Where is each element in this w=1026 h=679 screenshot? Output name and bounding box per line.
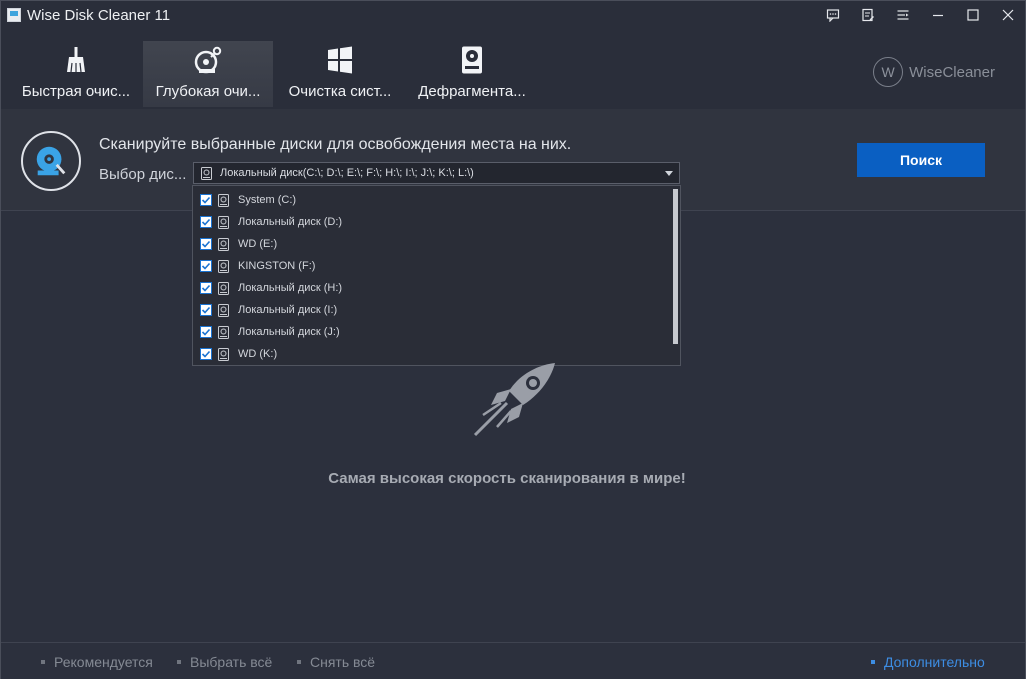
- minimize-button[interactable]: [920, 1, 955, 29]
- drive-label: Локальный диск (J:): [238, 326, 340, 338]
- brand-name: WiseCleaner: [909, 63, 995, 81]
- checkmark-icon: [201, 240, 211, 248]
- defrag-icon: [462, 46, 482, 74]
- drive-item[interactable]: Локальный диск (H:): [193, 277, 671, 299]
- close-button[interactable]: [990, 1, 1025, 29]
- scan-headline: Сканируйте выбранные диски для освобожде…: [99, 136, 572, 153]
- wisecleaner-mark: W: [873, 57, 904, 87]
- checkmark-icon: [201, 218, 211, 226]
- menu-button[interactable]: [885, 1, 920, 29]
- window-title: Wise Disk Cleaner 11: [27, 7, 171, 24]
- selected-drives: Локальный диск(C:\; D:\; E:\; F:\; H:\; …: [220, 167, 474, 179]
- drive-icon: [218, 259, 229, 273]
- drive-label: System (C:): [238, 194, 297, 206]
- drive-icon: [201, 167, 212, 180]
- drive-select-combo[interactable]: Локальный диск(C:\; D:\; E:\; F:\; H:\; …: [193, 162, 680, 184]
- drive-item[interactable]: System (C:): [193, 189, 671, 211]
- drive-label: Локальный диск (H:): [238, 282, 343, 294]
- drive-checkbox[interactable]: [200, 282, 212, 294]
- dropdown-scrollbar[interactable]: [673, 189, 678, 344]
- drive-checkbox[interactable]: [200, 238, 212, 250]
- menu-icon: [897, 10, 908, 20]
- checkmark-icon: [201, 284, 211, 292]
- disk-scan-icon: [21, 131, 81, 191]
- deep-scan-icon: [194, 46, 222, 74]
- maximize-button[interactable]: [955, 1, 990, 29]
- checkmark-icon: [201, 262, 211, 270]
- scan-speed-tagline: Самая высокая скорость сканирования в ми…: [328, 470, 686, 487]
- checkmark-icon: [201, 350, 211, 358]
- notes-button[interactable]: [850, 1, 885, 29]
- drive-checkbox[interactable]: [200, 348, 212, 360]
- notes-icon: [861, 8, 874, 22]
- tab-deep-clean[interactable]: Глубокая очи...: [143, 41, 273, 107]
- recommended-link[interactable]: Рекомендуется: [41, 654, 153, 670]
- deselect-all-link[interactable]: Снять всё: [297, 654, 375, 670]
- more-options-link[interactable]: Дополнительно: [871, 654, 985, 670]
- drive-checkbox[interactable]: [200, 216, 212, 228]
- drive-item[interactable]: Локальный диск (I:): [193, 299, 671, 321]
- drive-label: WD (E:): [238, 238, 278, 250]
- drive-select-label: Выбор дис...: [99, 166, 187, 183]
- tab-label: Очистка сист...: [288, 83, 392, 100]
- main-toolbar: Быстрая очис... Глубокая очи... Очистка …: [1, 29, 1025, 109]
- wisecleaner-logo: W WiseCleaner: [873, 57, 995, 87]
- maximize-icon: [966, 9, 979, 21]
- drive-item[interactable]: Локальный диск (J:): [193, 321, 671, 343]
- drive-dropdown-list: System (C:) Локальный диск (D:) WD (E:) …: [192, 185, 681, 366]
- drive-icon: [218, 237, 229, 251]
- title-bar: Wise Disk Cleaner 11: [1, 1, 1025, 29]
- drive-checkbox[interactable]: [200, 194, 212, 206]
- footer-bar: Рекомендуется Выбрать всё Снять всё Допо…: [1, 642, 1025, 679]
- search-button[interactable]: Поиск: [857, 143, 985, 177]
- app-logo-icon: [7, 8, 21, 22]
- feedback-icon: [826, 9, 839, 22]
- drive-label: Локальный диск (I:): [238, 304, 338, 316]
- drive-icon: [218, 193, 229, 207]
- tab-defrag[interactable]: Дефрагмента...: [407, 41, 537, 107]
- checkmark-icon: [201, 306, 211, 314]
- drive-item[interactable]: KINGSTON (F:): [193, 255, 671, 277]
- select-all-link[interactable]: Выбрать всё: [177, 654, 272, 670]
- tab-label: Дефрагмента...: [418, 83, 526, 100]
- drive-icon: [218, 325, 229, 339]
- feedback-button[interactable]: [815, 1, 850, 29]
- drive-label: WD (K:): [238, 348, 278, 360]
- windows-icon: [328, 46, 352, 74]
- tab-label: Глубокая очи...: [155, 83, 261, 100]
- drive-icon: [218, 347, 229, 361]
- checkmark-icon: [201, 196, 211, 204]
- drive-checkbox[interactable]: [200, 304, 212, 316]
- drive-item[interactable]: Локальный диск (D:): [193, 211, 671, 233]
- app-window: Wise Disk Cleaner 11 Быстрая очис... Глу…: [0, 0, 1026, 679]
- tab-system-clean[interactable]: Очистка сист...: [275, 41, 405, 107]
- minimize-icon: [932, 14, 943, 17]
- drive-item[interactable]: WD (K:): [193, 343, 671, 365]
- drive-icon: [218, 281, 229, 295]
- drive-icon: [218, 303, 229, 317]
- drive-icon: [218, 215, 229, 229]
- broom-icon: [67, 47, 85, 73]
- chevron-down-icon[interactable]: [665, 171, 673, 176]
- tab-quick-clean[interactable]: Быстрая очис...: [11, 41, 141, 107]
- drive-label: KINGSTON (F:): [238, 260, 316, 272]
- drive-checkbox[interactable]: [200, 326, 212, 338]
- drive-checkbox[interactable]: [200, 260, 212, 272]
- checkmark-icon: [201, 328, 211, 336]
- rocket-icon: [473, 363, 555, 437]
- tab-label: Быстрая очис...: [21, 83, 131, 100]
- close-icon: [1002, 9, 1013, 21]
- drive-item[interactable]: WD (E:): [193, 233, 671, 255]
- drive-label: Локальный диск (D:): [238, 216, 343, 228]
